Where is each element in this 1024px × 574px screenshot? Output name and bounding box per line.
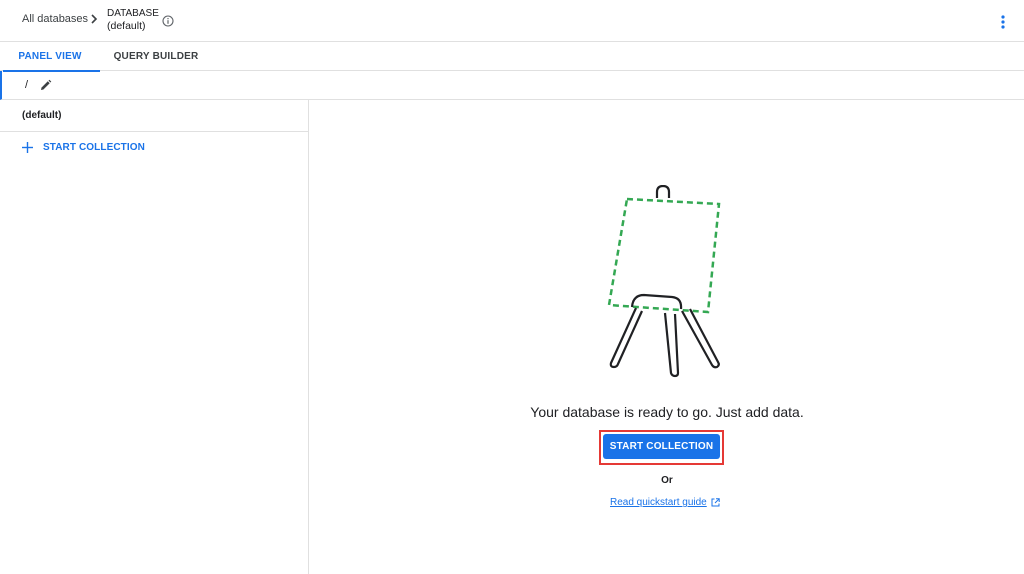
more-vert-icon[interactable]: [997, 14, 1009, 30]
database-name: (default): [107, 20, 146, 32]
quickstart-guide-link[interactable]: Read quickstart guide: [610, 497, 720, 508]
pencil-icon[interactable]: [39, 79, 52, 92]
panel-title: (default): [22, 110, 62, 121]
or-separator: Or: [661, 475, 673, 486]
collections-panel: (default) START COLLECTION: [0, 100, 309, 574]
start-collection-button[interactable]: START COLLECTION: [603, 434, 720, 459]
empty-state-message: Your database is ready to go. Just add d…: [530, 404, 804, 420]
panel-divider: [0, 131, 308, 132]
breadcrumb-all-databases[interactable]: All databases: [22, 13, 88, 25]
empty-state-area: Your database is ready to go. Just add d…: [310, 100, 1024, 574]
tab-query-builder[interactable]: QUERY BUILDER: [106, 42, 206, 71]
database-label: DATABASE: [107, 8, 159, 19]
path-root: /: [25, 79, 29, 91]
breadcrumb-database: DATABASE (default): [107, 8, 159, 32]
easel-illustration: [607, 185, 721, 378]
tab-panel-view[interactable]: PANEL VIEW: [0, 42, 100, 72]
external-link-icon: [711, 498, 720, 507]
start-collection-link[interactable]: START COLLECTION: [22, 140, 145, 154]
path-bar: /: [0, 71, 1024, 100]
chevron-right-icon: [91, 14, 98, 24]
info-icon[interactable]: [162, 15, 174, 27]
quickstart-guide-label: Read quickstart guide: [610, 497, 707, 508]
plus-icon: [22, 141, 33, 153]
top-header: All databases DATABASE (default): [0, 0, 1024, 42]
start-collection-link-label: START COLLECTION: [43, 141, 145, 153]
view-tabs: PANEL VIEW QUERY BUILDER: [0, 42, 1024, 72]
